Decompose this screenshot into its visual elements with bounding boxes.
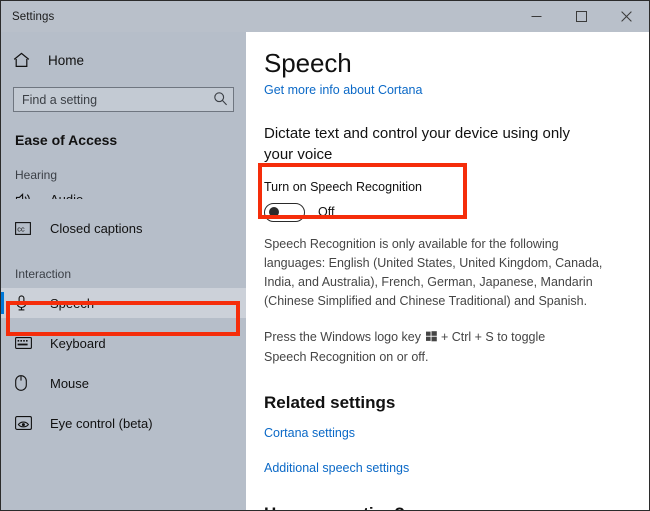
cortana-info-link[interactable]: Get more info about Cortana xyxy=(264,83,422,97)
search-box[interactable] xyxy=(13,87,234,112)
related-settings-heading: Related settings xyxy=(264,392,396,412)
sidebar-item-closed-captions[interactable]: cc Closed captions xyxy=(1,213,246,243)
sidebar-item-eye-control[interactable]: Eye control (beta) xyxy=(1,408,246,438)
sidebar-item-label: Eye control (beta) xyxy=(50,415,153,431)
selected-accent-bar xyxy=(1,292,4,314)
language-availability-note: Speech Recognition is only available for… xyxy=(264,236,603,308)
sidebar-item-label: Speech xyxy=(50,295,95,311)
settings-window: Settings Home Find a setting Ease of Acc… xyxy=(0,0,650,511)
minimize-icon xyxy=(531,16,542,17)
mouse-icon xyxy=(15,375,35,391)
eye-control-icon xyxy=(15,416,35,430)
window-title: Settings xyxy=(12,10,55,23)
sidebar-item-label: Audio xyxy=(50,191,84,200)
sidebar: Home Ease of Access Hearing xyxy=(1,32,246,510)
close-icon xyxy=(621,11,632,22)
keyboard-shortcut-note: Press the Windows logo key + Ctrl + S to… xyxy=(264,328,576,367)
windows-logo-key-icon xyxy=(425,329,437,348)
toggle-row: Off xyxy=(264,202,649,222)
svg-text:cc: cc xyxy=(17,224,25,233)
sidebar-item-label: Mouse xyxy=(50,375,90,391)
have-a-question-heading: Have a question? xyxy=(264,504,649,510)
sidebar-item-label: Home xyxy=(48,52,85,68)
sidebar-item-audio[interactable]: Audio xyxy=(1,184,246,199)
cortana-settings-link[interactable]: Cortana settings xyxy=(264,426,355,440)
speech-recognition-toggle[interactable] xyxy=(264,202,305,222)
sidebar-group-label-interaction: Interaction xyxy=(15,267,72,281)
sidebar-item-home[interactable]: Home xyxy=(1,45,246,75)
toggle-state-label: Off xyxy=(318,205,335,220)
sidebar-item-label: Closed captions xyxy=(50,220,143,236)
title-bar: Settings xyxy=(1,1,649,32)
home-icon xyxy=(13,52,35,68)
shortcut-note-text-before: Press the Windows logo key xyxy=(264,329,425,344)
main-content: Speech Get more info about Cortana Dicta… xyxy=(246,32,649,510)
sidebar-item-keyboard[interactable]: Keyboard xyxy=(1,328,246,358)
speech-recognition-setting: Turn on Speech Recognition Off xyxy=(264,180,649,222)
speaker-icon xyxy=(15,192,35,199)
sidebar-item-speech[interactable]: Speech xyxy=(1,288,246,318)
microphone-icon xyxy=(15,295,35,311)
toggle-label: Turn on Speech Recognition xyxy=(264,179,422,194)
maximize-icon xyxy=(576,11,587,22)
sidebar-section-title: Ease of Access xyxy=(15,132,118,148)
sidebar-item-mouse[interactable]: Mouse xyxy=(1,368,246,398)
maximize-button[interactable] xyxy=(559,1,604,32)
additional-speech-settings-link[interactable]: Additional speech settings xyxy=(264,461,409,475)
keyboard-icon xyxy=(15,337,35,349)
sidebar-item-label: Keyboard xyxy=(50,335,106,351)
close-button[interactable] xyxy=(604,1,649,32)
toggle-knob xyxy=(269,207,279,218)
search-input[interactable] xyxy=(13,87,234,112)
window-controls xyxy=(514,1,649,32)
section-subheading: Dictate text and control your device usi… xyxy=(264,125,570,164)
sidebar-group-label-hearing: Hearing xyxy=(15,168,58,182)
minimize-button[interactable] xyxy=(514,1,559,32)
closed-captions-icon: cc xyxy=(15,221,35,235)
page-title: Speech xyxy=(264,48,352,78)
